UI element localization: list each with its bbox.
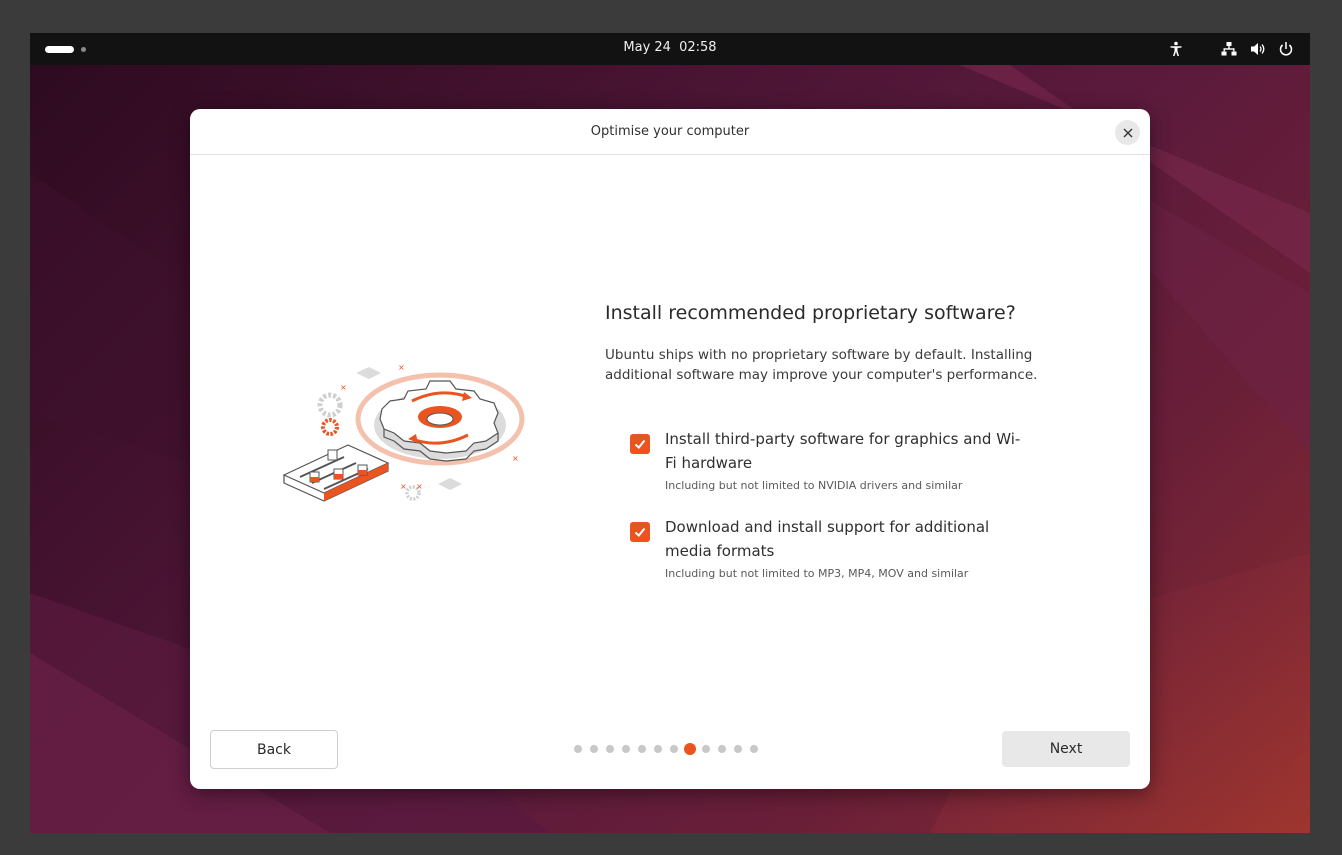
close-button[interactable]	[1115, 120, 1140, 145]
third-party-checkbox[interactable]	[630, 434, 650, 454]
svg-text:×: ×	[416, 482, 423, 491]
checkmark-icon	[634, 527, 646, 537]
progress-dot	[574, 745, 582, 753]
volume-icon[interactable]	[1250, 41, 1266, 57]
progress-dot	[734, 745, 742, 753]
question-heading: Install recommended proprietary software…	[605, 302, 1016, 324]
installer-dialog: Optimise your computer × × × × × Install…	[190, 109, 1150, 789]
progress-dot	[670, 745, 678, 753]
network-icon[interactable]	[1221, 41, 1237, 57]
svg-text:×: ×	[512, 454, 519, 463]
progress-dot	[622, 745, 630, 753]
step-progress	[574, 743, 766, 755]
back-button[interactable]: Back	[210, 730, 338, 769]
close-icon	[1123, 128, 1132, 137]
desktop: May 24 02:58 Optimise your computer × × …	[30, 33, 1310, 833]
progress-dot	[750, 745, 758, 753]
progress-dot	[606, 745, 614, 753]
next-button[interactable]: Next	[1002, 731, 1130, 767]
checkmark-icon	[634, 439, 646, 449]
option-label: Download and install support for additio…	[665, 518, 990, 560]
option-sublabel: Including but not limited to MP3, MP4, M…	[665, 567, 969, 580]
progress-dot	[718, 745, 726, 753]
option-label: Install third-party software for graphic…	[665, 430, 1021, 472]
dialog-title: Optimise your computer	[590, 124, 750, 139]
power-icon[interactable]	[1278, 41, 1294, 57]
progress-dot	[638, 745, 646, 753]
progress-dot-current	[684, 743, 696, 755]
svg-text:×: ×	[398, 363, 405, 372]
media-formats-checkbox[interactable]	[630, 522, 650, 542]
clock-time: 02:58	[679, 40, 717, 55]
question-description: Ubuntu ships with no proprietary softwar…	[605, 347, 1038, 383]
svg-text:×: ×	[400, 482, 407, 491]
svg-text:×: ×	[340, 383, 347, 392]
optimise-illustration: × × × × ×	[282, 363, 525, 502]
dialog-header: Optimise your computer	[190, 109, 1150, 155]
progress-dot	[590, 745, 598, 753]
accessibility-icon[interactable]	[1168, 41, 1184, 57]
clock[interactable]: May 24 02:58	[30, 40, 1310, 55]
top-bar: May 24 02:58	[30, 33, 1310, 65]
option-sublabel: Including but not limited to NVIDIA driv…	[665, 479, 963, 492]
progress-dot	[654, 745, 662, 753]
progress-dot	[702, 745, 710, 753]
clock-date: May 24	[623, 40, 671, 55]
